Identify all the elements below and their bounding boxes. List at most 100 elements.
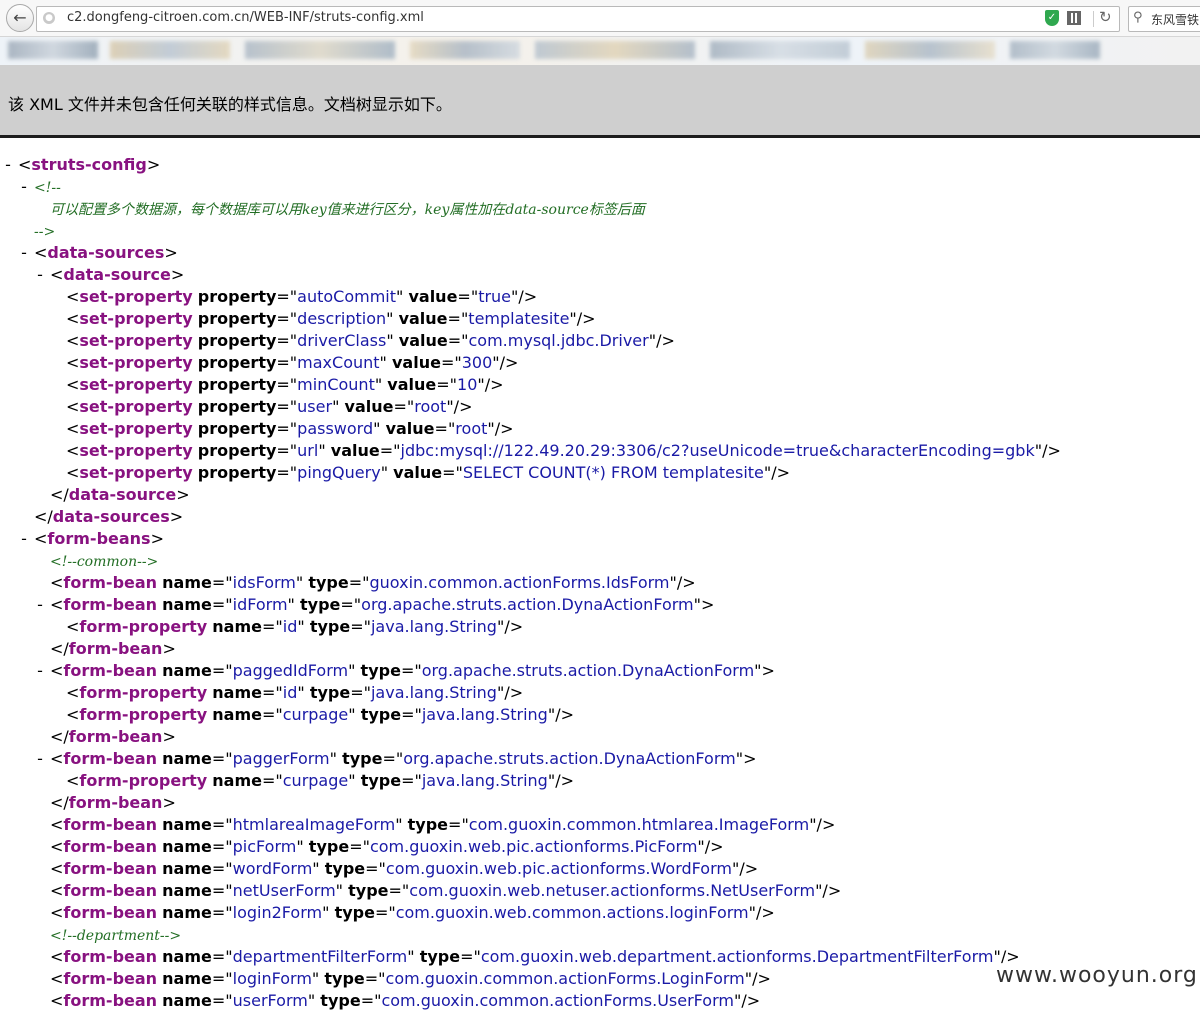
xml-attr-value: true: [478, 287, 512, 306]
xml-attr-name: property: [197, 353, 277, 372]
xml-comment: <!--: [34, 180, 61, 196]
xml-attr-name: type: [324, 859, 366, 878]
address-bar[interactable]: ● c2.dongfeng-citroen.com.cn/WEB-INF/str…: [36, 6, 1120, 32]
xml-line: <form-bean name="htmlareaImageForm" type…: [0, 814, 1200, 836]
xml-attr-name: property: [197, 331, 277, 350]
xml-line: <form-bean name="picForm" type="com.guox…: [0, 836, 1200, 858]
xml-attr-name: value: [393, 463, 443, 482]
xml-line-content: <form-bean name="netUserForm" type="com.…: [50, 881, 842, 900]
xml-line: <!--common-->: [0, 550, 1200, 572]
collapse-toggle[interactable]: -: [18, 242, 30, 264]
xml-line: </form-bean>: [0, 726, 1200, 748]
xml-line: <form-property name="id" type="java.lang…: [0, 616, 1200, 638]
xml-attr-name: property: [197, 419, 277, 438]
xml-attr-name: type: [360, 771, 402, 790]
back-icon[interactable]: ←: [6, 4, 34, 32]
xml-attr-name: type: [324, 969, 365, 988]
xml-attr-name: value: [408, 287, 458, 306]
xml-attr-value: root: [414, 397, 447, 416]
search-icon: ⚲: [1133, 10, 1143, 25]
xml-attr-name: type: [407, 815, 449, 834]
xml-attr-value: com.guoxin.web.pic.actionforms.WordForm: [385, 859, 732, 878]
xml-comment: -->: [34, 224, 56, 240]
collapse-toggle[interactable]: -: [34, 748, 46, 770]
xml-line-content: <!--: [34, 176, 61, 199]
xml-tag-name: form-bean: [63, 991, 158, 1010]
xml-attr-name: name: [162, 991, 212, 1010]
qr-icon[interactable]: [1067, 11, 1081, 25]
xml-line-content: <set-property property="autoCommit" valu…: [66, 287, 538, 306]
xml-attr-name: value: [385, 419, 435, 438]
info-message: 该 XML 文件并未包含任何关联的样式信息。文档树显示如下。: [8, 95, 452, 114]
xml-line: </data-sources>: [0, 506, 1200, 528]
xml-attr-name: name: [162, 881, 212, 900]
xml-comment: 可以配置多个数据源，每个数据库可以用key值来进行区分，key属性加在data-…: [50, 202, 645, 218]
xml-line-content: </form-bean>: [50, 639, 176, 658]
collapse-toggle[interactable]: -: [2, 154, 14, 176]
xml-line-content: <data-sources>: [34, 243, 178, 262]
xml-attr-value: wordForm: [232, 859, 313, 878]
search-box[interactable]: ⚲ 东风雪铁: [1128, 6, 1200, 32]
collapse-toggle[interactable]: -: [18, 528, 30, 550]
xml-attr-value: userForm: [232, 991, 308, 1010]
xml-attr-value: departmentFilterForm: [232, 947, 408, 966]
xml-line-content: <data-source>: [50, 265, 185, 284]
xml-attr-value: curpage: [282, 771, 349, 790]
xml-line-content: <form-bean name="loginForm" type="com.gu…: [50, 969, 771, 988]
xml-line: </form-bean>: [0, 792, 1200, 814]
shield-icon[interactable]: ✓: [1045, 10, 1059, 26]
xml-tag-name: form-bean: [68, 639, 163, 658]
xml-line: <form-property name="id" type="java.lang…: [0, 682, 1200, 704]
xml-attr-name: value: [398, 309, 448, 328]
refresh-icon[interactable]: ↻: [1099, 8, 1112, 26]
xml-attr-name: property: [197, 463, 277, 482]
xml-tag-name: form-bean: [63, 881, 158, 900]
xml-tag-name: data-source: [68, 485, 177, 504]
xml-attr-name: type: [309, 617, 351, 636]
xml-attr-name: type: [419, 947, 461, 966]
xml-attr-name: value: [391, 353, 441, 372]
xml-attr-value: java.lang.String: [421, 771, 548, 790]
xml-tag-name: form-bean: [68, 793, 163, 812]
search-input[interactable]: 东风雪铁: [1151, 11, 1199, 28]
xml-line: - <form-bean name="paggedIdForm" type="or…: [0, 660, 1200, 682]
xml-attr-value: SELECT COUNT(*) FROM templatesite: [462, 463, 764, 482]
xml-attr-value: org.apache.struts.action.DynaActionForm: [361, 595, 694, 614]
xml-line-content: -->: [34, 220, 55, 243]
xml-tree: - <struts-config> - <!-- 可以配置多个数据源，每个数据库可以用k…: [0, 154, 1200, 1012]
xml-line: - <struts-config>: [0, 154, 1200, 176]
collapse-toggle[interactable]: -: [34, 594, 46, 616]
collapse-toggle[interactable]: -: [18, 176, 30, 198]
xml-attr-value: com.guoxin.web.common.actions.loginForm: [395, 903, 749, 922]
xml-attr-value: paggedIdForm: [232, 661, 349, 680]
xml-attr-name: type: [309, 683, 351, 702]
xml-line: <set-property property="minCount" value=…: [0, 374, 1200, 396]
collapse-toggle[interactable]: -: [34, 264, 46, 286]
xml-line-content: <form-property name="curpage" type="java…: [66, 771, 574, 790]
xml-attr-name: name: [212, 705, 262, 724]
xml-attr-name: value: [387, 375, 437, 394]
xml-line: <set-property property="pingQuery" value…: [0, 462, 1200, 484]
collapse-toggle[interactable]: -: [34, 660, 46, 682]
xml-attr-name: type: [300, 595, 341, 614]
xml-attr-value: maxCount: [297, 353, 380, 372]
xml-attr-name: name: [212, 771, 262, 790]
xml-comment: <!--department-->: [50, 928, 182, 944]
xml-line-content: <form-property name="id" type="java.lang…: [66, 683, 524, 702]
xml-attr-value: paggerForm: [232, 749, 330, 768]
address-text[interactable]: c2.dongfeng-citroen.com.cn/WEB-INF/strut…: [67, 10, 424, 25]
xml-attr-name: name: [162, 749, 212, 768]
xml-attr-value: login2Form: [232, 903, 323, 922]
xml-attr-value: org.apache.struts.action.DynaActionForm: [403, 749, 736, 768]
xml-attr-value: picForm: [232, 837, 297, 856]
xml-tag-name: set-property: [79, 463, 193, 482]
xml-attr-name: value: [344, 397, 394, 416]
xml-tag-name: set-property: [79, 309, 193, 328]
xml-tag-name: form-property: [79, 705, 208, 724]
xml-line-content: </data-sources>: [34, 507, 184, 526]
xml-tag-name: set-property: [79, 353, 193, 372]
xml-attr-name: name: [162, 573, 212, 592]
xml-tag-name: form-bean: [68, 727, 163, 746]
xml-attr-name: value: [398, 331, 448, 350]
xml-tag-name: form-bean: [63, 947, 158, 966]
